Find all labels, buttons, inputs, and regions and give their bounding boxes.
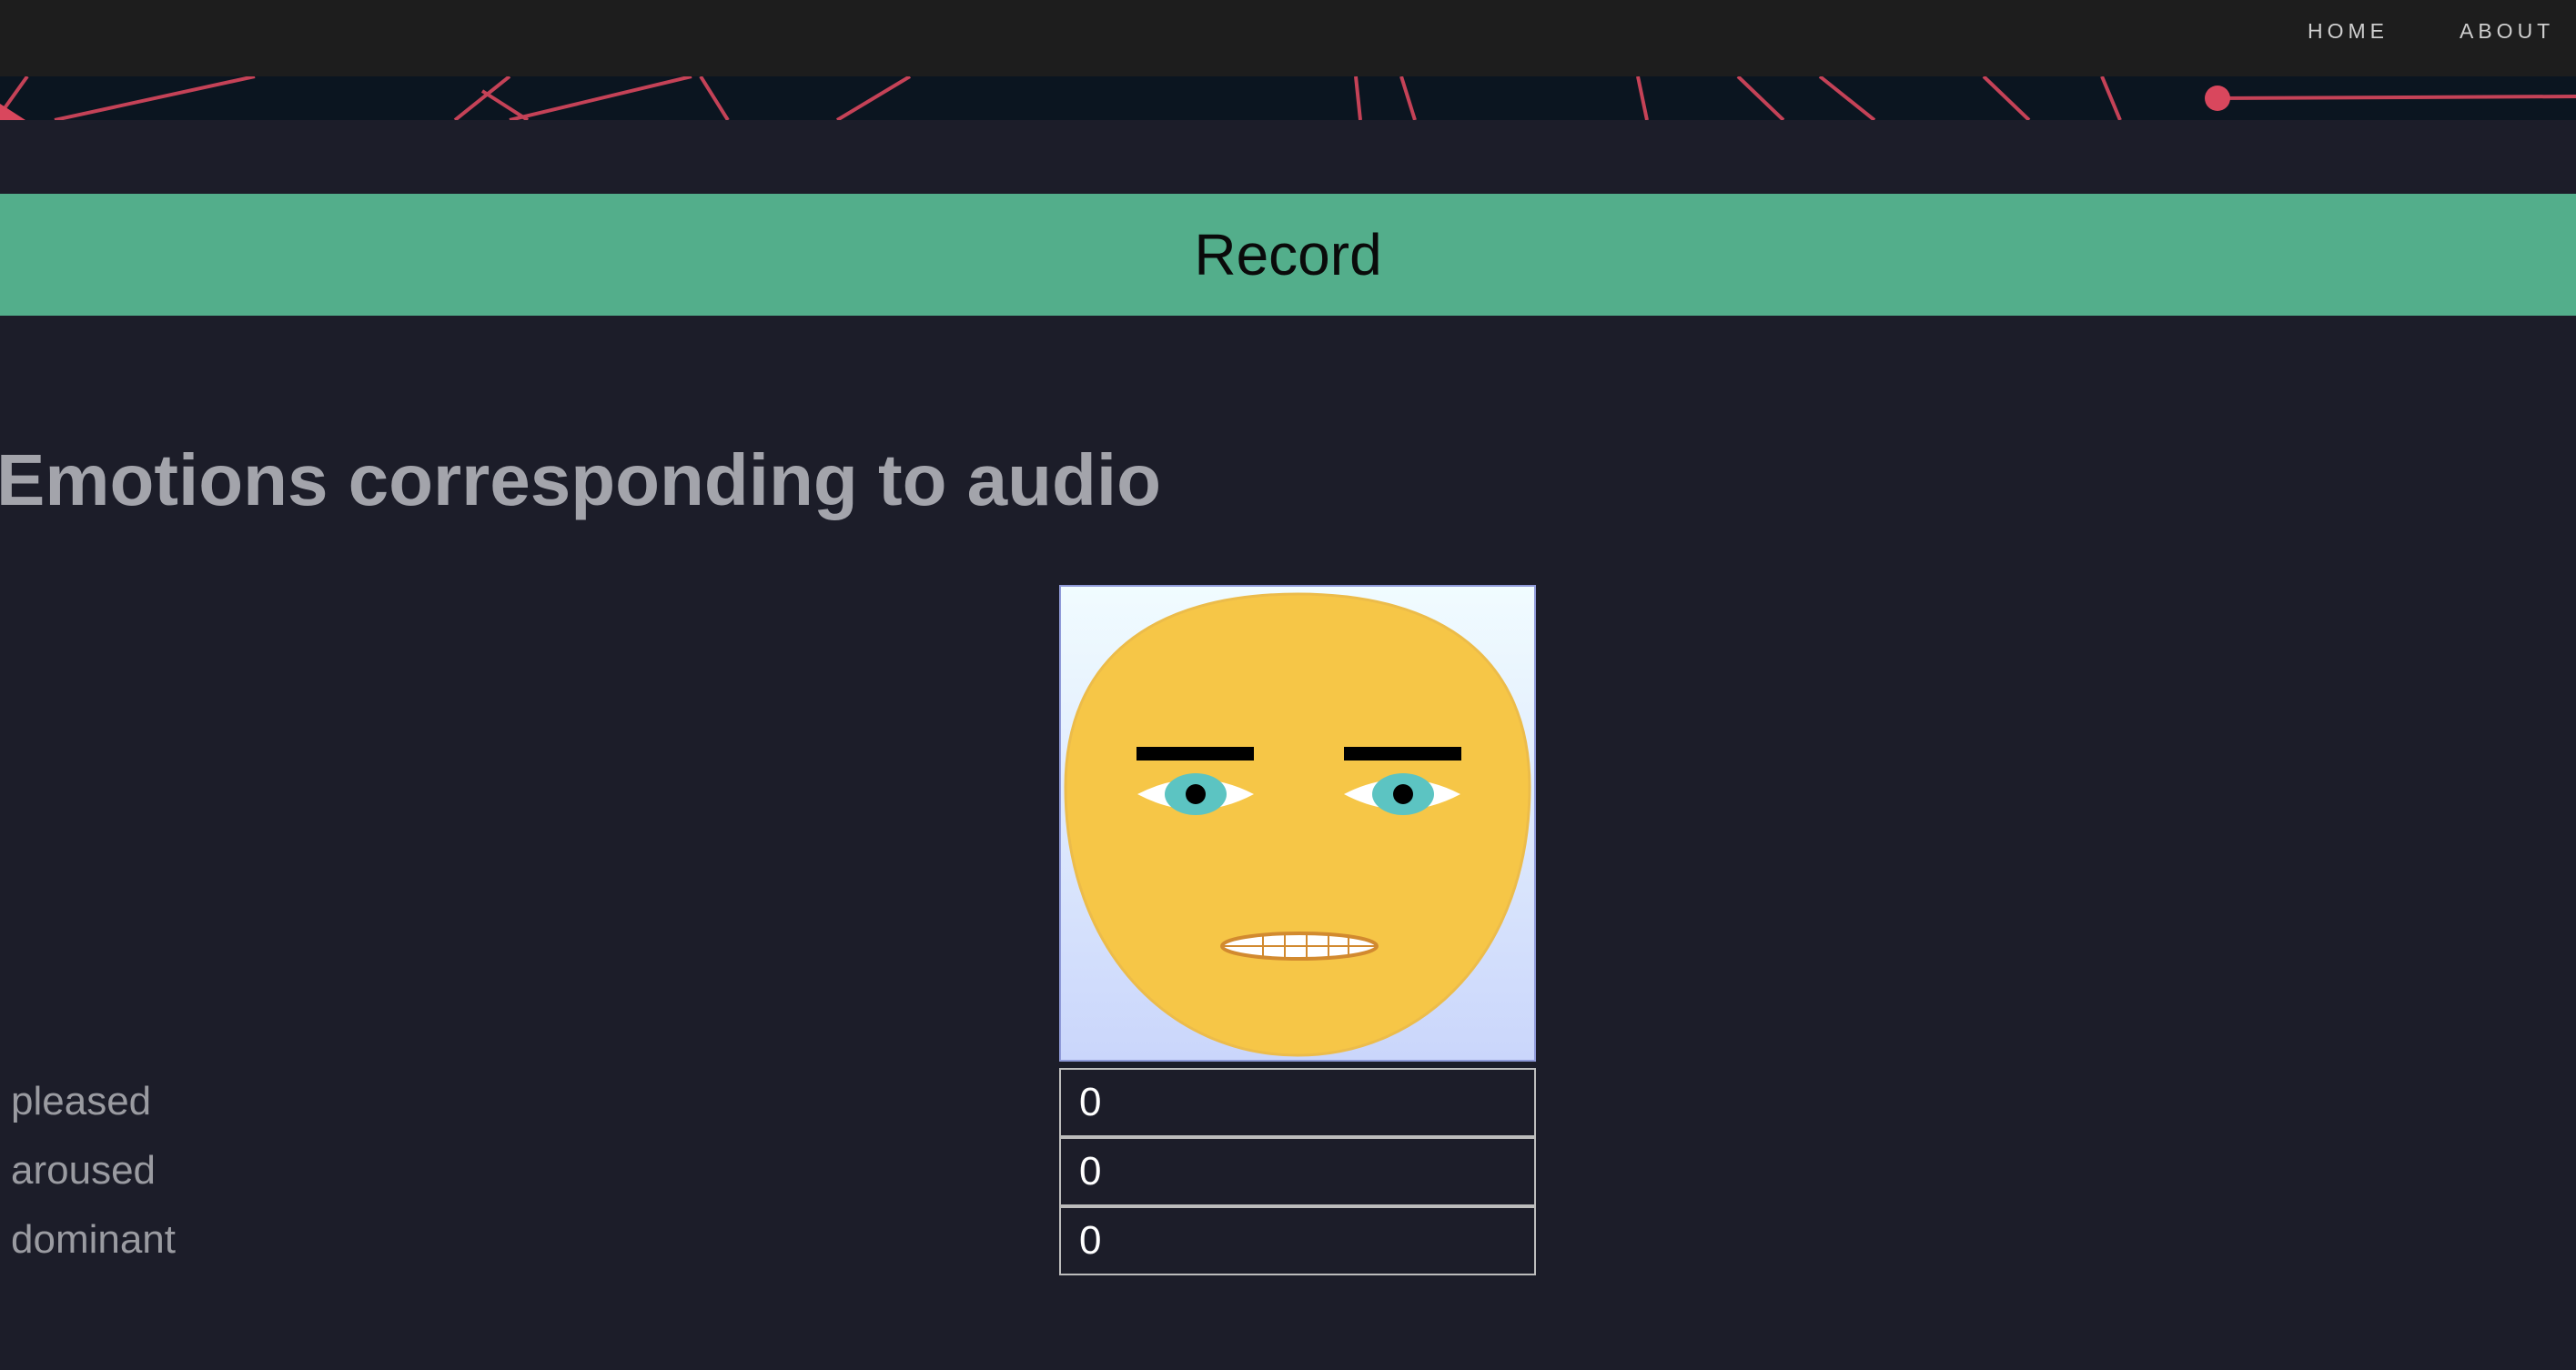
dominant-label: dominant [11, 1217, 177, 1262]
record-button-label: Record [1194, 222, 1382, 287]
pleased-label: pleased [11, 1079, 152, 1123]
dominant-value-field[interactable] [1059, 1206, 1536, 1275]
emotions-section-title: Emotions corresponding to audio [0, 439, 1161, 520]
nav-home-link[interactable]: HOME [2308, 18, 2389, 44]
emotion-face-image [1059, 585, 1536, 1062]
header-banner-image [0, 76, 2576, 120]
top-navigation-bar: HOME ABOUT [0, 0, 2576, 76]
emotion-face-icon [1064, 592, 1531, 1057]
aroused-value-field[interactable] [1059, 1137, 1536, 1206]
aroused-label: aroused [11, 1148, 157, 1193]
pleased-value-field[interactable] [1059, 1068, 1536, 1137]
record-button[interactable]: Record [0, 194, 2576, 316]
network-lines-decoration [0, 76, 2576, 120]
nav-about-link[interactable]: ABOUT [2460, 18, 2554, 44]
